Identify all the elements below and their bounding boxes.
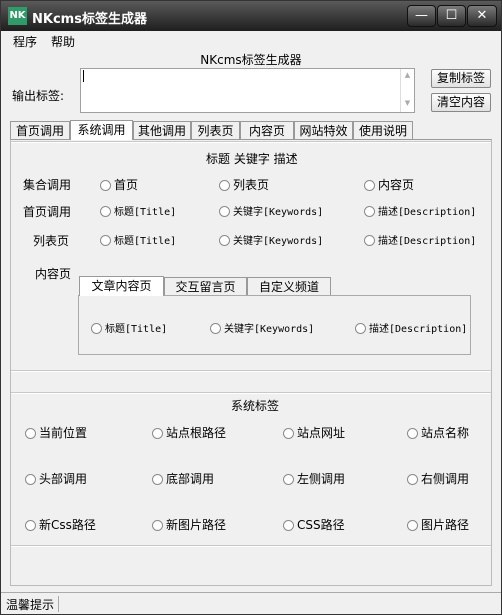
app-window: NK NKcms标签生成器 — ☐ ✕ 程序 帮助 NKcms标签生成器 输出标… (0, 0, 502, 615)
radio-footer-call[interactable]: 底部调用 (152, 470, 214, 487)
main-tabs: 首页调用 系统调用 其他调用 列表页 内容页 网站特效 使用说明 (10, 120, 492, 140)
divider (11, 545, 491, 547)
section-title-system-tags: 系统标签 (231, 399, 280, 413)
radio-circle[interactable] (364, 235, 375, 246)
radio-circle[interactable] (364, 180, 375, 191)
radio-circle[interactable] (283, 520, 294, 531)
radio-circle[interactable] (91, 323, 102, 334)
radio-circle[interactable] (364, 206, 375, 217)
output-scrollbar[interactable]: ▲ ▼ (400, 69, 414, 112)
radio-circle[interactable] (100, 235, 111, 246)
radio-left-call[interactable]: 左侧调用 (283, 470, 345, 487)
radio-new-css-path[interactable]: 新Css路径 (25, 516, 96, 533)
radio-circle[interactable] (152, 428, 163, 439)
menu-program[interactable]: 程序 (13, 33, 37, 50)
radio-home-title[interactable]: 标题[Title] (100, 203, 176, 218)
content-sub-tabs: 文章内容页 交互留言页 自定义频道 (79, 276, 339, 296)
radio-new-image-path[interactable]: 新图片路径 (152, 516, 226, 533)
row-label-home-call: 首页调用 (23, 205, 72, 219)
window-title: NKcms标签生成器 (32, 12, 147, 27)
radio-circle[interactable] (25, 520, 36, 531)
section-title-meta: 标题 关键字 描述 (206, 152, 298, 166)
content-page-label: 内容页 (35, 267, 72, 281)
radio-circle[interactable] (210, 323, 221, 334)
radio-header-call[interactable]: 头部调用 (25, 470, 87, 487)
radio-circle[interactable] (219, 235, 230, 246)
output-label: 输出标签: (12, 89, 65, 103)
radio-home-description[interactable]: 描述[Description] (364, 203, 476, 218)
tab-article-content[interactable]: 文章内容页 (79, 276, 164, 296)
radio-circle[interactable] (100, 206, 111, 217)
header-title: NKcms标签生成器 (200, 53, 302, 67)
radio-content-description[interactable]: 描述[Description] (355, 320, 467, 335)
radio-site-name[interactable]: 站点名称 (407, 424, 469, 441)
divider (11, 370, 491, 372)
maximize-button[interactable]: ☐ (437, 5, 466, 27)
radio-circle[interactable] (219, 206, 230, 217)
title-bar[interactable]: NK NKcms标签生成器 — ☐ ✕ (1, 1, 501, 31)
radio-content-keywords[interactable]: 关键字[Keywords] (210, 320, 314, 335)
radio-list-keywords[interactable]: 关键字[Keywords] (219, 232, 323, 247)
radio-site-url[interactable]: 站点网址 (283, 424, 345, 441)
row-label-list-page: 列表页 (33, 234, 70, 248)
radio-content-title[interactable]: 标题[Title] (91, 320, 167, 335)
radio-image-path[interactable]: 图片路径 (407, 516, 469, 533)
tab-content-page[interactable]: 内容页 (240, 121, 294, 140)
radio-circle[interactable] (25, 474, 36, 485)
radio-collection-home[interactable]: 首页 (100, 176, 138, 193)
scroll-up-icon[interactable]: ▲ (401, 71, 414, 79)
radio-circle[interactable] (152, 474, 163, 485)
radio-css-path[interactable]: CSS路径 (283, 516, 345, 533)
text-caret (83, 70, 84, 82)
radio-circle[interactable] (100, 180, 111, 191)
radio-circle[interactable] (152, 520, 163, 531)
radio-circle[interactable] (283, 474, 294, 485)
radio-right-call[interactable]: 右侧调用 (407, 470, 469, 487)
radio-current-position[interactable]: 当前位置 (25, 424, 87, 441)
tab-home-call[interactable]: 首页调用 (10, 121, 70, 140)
copy-tag-button[interactable]: 复制标签 (431, 69, 491, 88)
radio-site-root-path[interactable]: 站点根路径 (152, 424, 226, 441)
scroll-down-icon[interactable]: ▼ (401, 99, 414, 107)
radio-collection-content[interactable]: 内容页 (364, 176, 414, 193)
row-label-collection: 集合调用 (23, 178, 72, 192)
divider (11, 141, 491, 143)
menu-help[interactable]: 帮助 (51, 33, 75, 50)
radio-home-keywords[interactable]: 关键字[Keywords] (219, 203, 323, 218)
status-hint: 温馨提示 (6, 596, 60, 612)
tab-other-call[interactable]: 其他调用 (133, 121, 191, 140)
radio-list-description[interactable]: 描述[Description] (364, 232, 476, 247)
radio-circle[interactable] (407, 520, 418, 531)
status-bar: 温馨提示 (1, 592, 501, 614)
output-textarea[interactable]: ▲ ▼ (80, 68, 415, 113)
radio-circle[interactable] (355, 323, 366, 334)
system-call-panel: 标题 关键字 描述 集合调用 首页 列表页 内容页 首页调用 标题[Title]… (10, 139, 492, 586)
radio-list-title[interactable]: 标题[Title] (100, 232, 176, 247)
tab-system-call[interactable]: 系统调用 (70, 120, 133, 140)
minimize-button[interactable]: — (407, 5, 436, 27)
tab-site-effects[interactable]: 网站特效 (294, 121, 353, 140)
app-icon: NK (8, 7, 27, 25)
radio-circle[interactable] (407, 474, 418, 485)
tab-usage-guide[interactable]: 使用说明 (353, 121, 413, 140)
radio-circle[interactable] (25, 428, 36, 439)
tab-list-page[interactable]: 列表页 (191, 121, 240, 140)
tab-interactive-message[interactable]: 交互留言页 (164, 277, 247, 296)
divider (11, 392, 491, 394)
clear-content-button[interactable]: 清空内容 (431, 93, 491, 112)
radio-circle[interactable] (219, 180, 230, 191)
tab-custom-channel[interactable]: 自定义频道 (247, 277, 331, 296)
menu-bar: 程序 帮助 (1, 31, 501, 49)
radio-collection-list[interactable]: 列表页 (219, 176, 269, 193)
radio-circle[interactable] (407, 428, 418, 439)
radio-circle[interactable] (283, 428, 294, 439)
close-button[interactable]: ✕ (467, 5, 497, 27)
article-content-panel: 标题[Title] 关键字[Keywords] 描述[Description] (78, 295, 471, 355)
